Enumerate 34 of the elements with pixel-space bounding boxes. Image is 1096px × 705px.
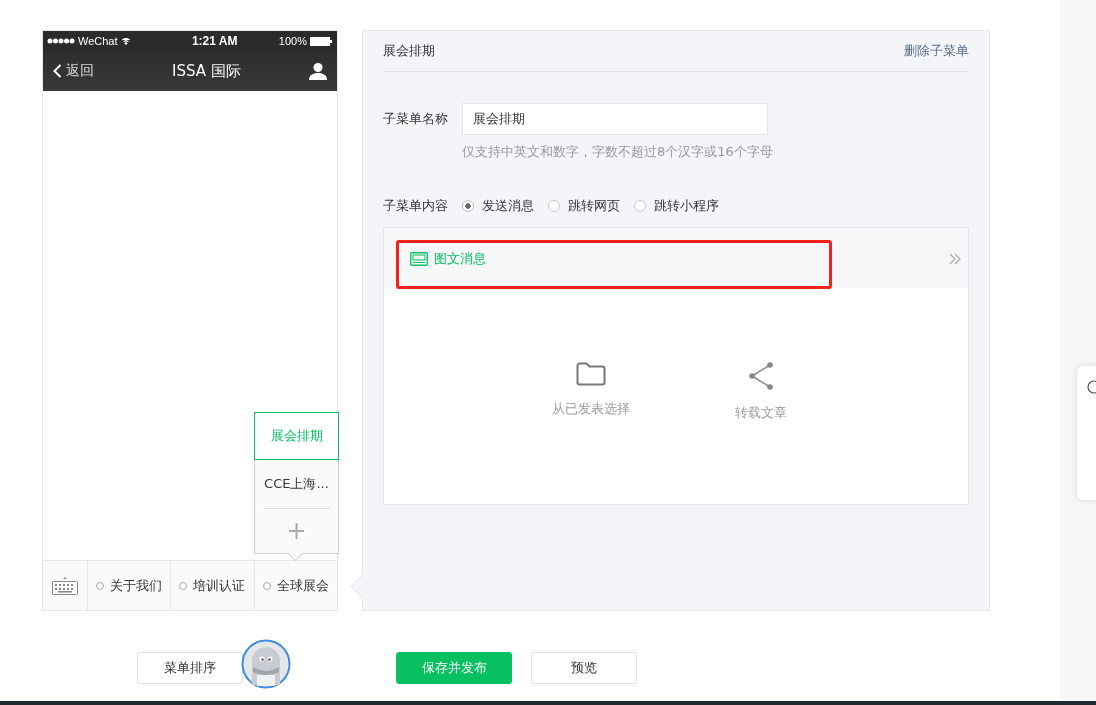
mascot-avatar[interactable] (241, 639, 291, 689)
share-icon (748, 362, 774, 390)
radio-option[interactable]: 跳转小程序 (634, 197, 719, 215)
image-text-icon (410, 252, 428, 266)
radio-button[interactable] (548, 200, 560, 212)
chat-title: ISSA 国际 (172, 61, 241, 81)
radio-button[interactable] (462, 200, 474, 212)
folder-icon (576, 362, 606, 386)
menu-tab[interactable]: 全球展会 (253, 561, 337, 610)
menu-tab[interactable]: 培训认证 (170, 561, 254, 610)
chevron-left-icon (53, 64, 62, 78)
person-icon[interactable] (309, 62, 327, 80)
panel-title: 展会排期 (383, 42, 435, 60)
clock-time: 1:21 AM (191, 34, 238, 48)
menu-tab[interactable]: 关于我们 (87, 561, 171, 610)
field-label: 子菜单名称 (383, 110, 448, 128)
name-input[interactable]: 展会排期 (462, 103, 768, 135)
sort-menu-button[interactable]: 菜单排序 (137, 652, 243, 684)
wifi-icon (120, 37, 131, 45)
radio-button[interactable] (634, 200, 646, 212)
radio-option[interactable]: 发送消息 (462, 197, 534, 215)
carrier-label: WeChat (78, 35, 118, 47)
radio-option[interactable]: 跳转网页 (548, 197, 620, 215)
field-hint: 仅支持中英文和数字，字数不超过8个汉字或16个字母 (462, 143, 773, 161)
field-label: 子菜单内容 (383, 197, 448, 215)
submenu-item[interactable]: CCE上海... (254, 460, 339, 508)
signal-icon (47, 38, 75, 44)
double-chevron-icon[interactable] (949, 253, 961, 265)
battery-percent: 100% (278, 35, 307, 47)
back-link[interactable]: 返回 (53, 62, 94, 80)
preview-button[interactable]: 预览 (531, 652, 637, 684)
battery-icon (310, 36, 332, 46)
keyboard-icon (52, 576, 78, 595)
delete-submenu-link[interactable]: 删除子菜单 (904, 42, 969, 60)
